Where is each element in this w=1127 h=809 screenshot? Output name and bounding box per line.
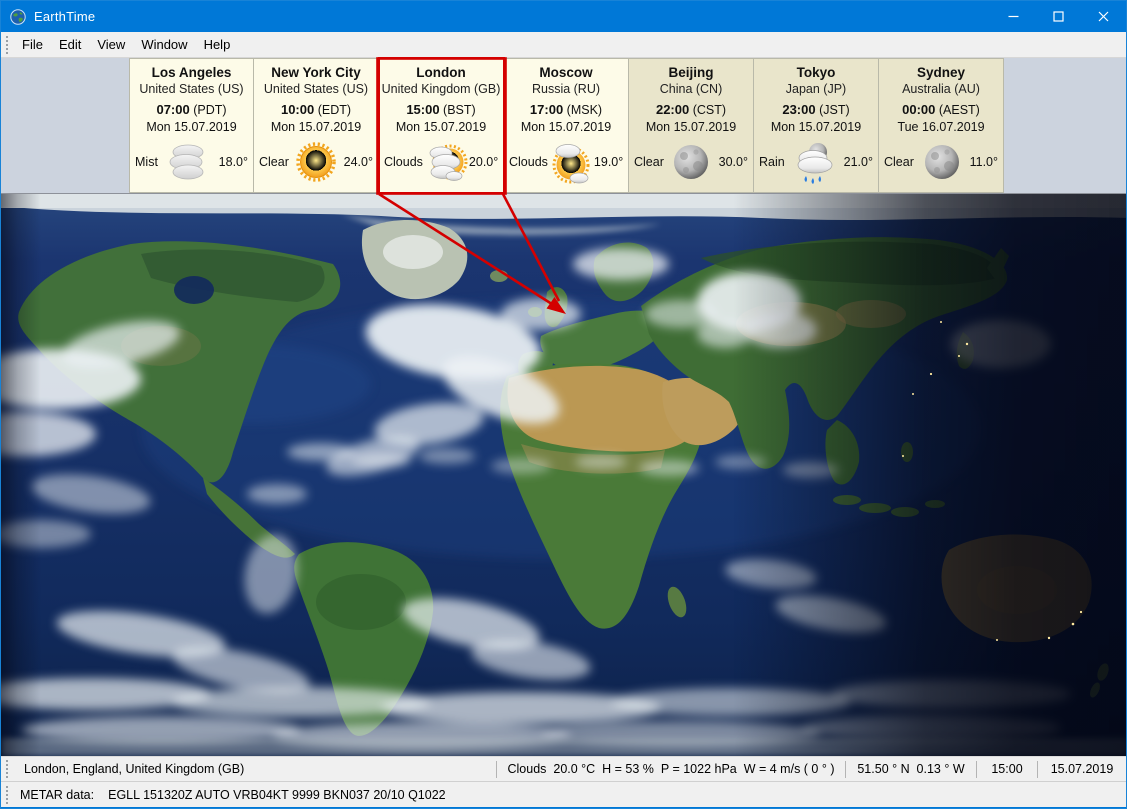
weather-condition: Rain: [759, 155, 785, 169]
metar-bar: METAR data: EGLL 151320Z AUTO VRB04KT 99…: [1, 781, 1126, 807]
city-panel-moscow[interactable]: Moscow Russia (RU) 17:00 (MSK) Mon 15.07…: [504, 58, 629, 193]
city-name: Los Angeles: [130, 64, 253, 81]
weather-temperature: 30.0°: [719, 155, 748, 169]
menu-file[interactable]: File: [14, 34, 51, 55]
city-time: 15:00: [406, 102, 439, 117]
city-panel-sydney[interactable]: Sydney Australia (AU) 00:00 (AEST) Tue 1…: [879, 58, 1004, 193]
weather-condition: Clear: [259, 155, 289, 169]
city-timezone: (AEST): [939, 103, 980, 117]
city-timezone: (MSK): [567, 103, 602, 117]
rain-cloud-moon-icon: [791, 138, 837, 186]
city-country: United States (US): [130, 81, 253, 97]
weather-temperature: 21.0°: [844, 155, 873, 169]
night-shadow-overlay: [1, 194, 1126, 756]
weather-condition: Clouds: [509, 155, 548, 169]
sun-behind-cloud-icon: [548, 138, 594, 186]
city-country: China (CN): [629, 81, 753, 97]
city-date: Mon 15.07.2019: [504, 119, 628, 135]
city-panel-los-angeles[interactable]: Los Angeles United States (US) 07:00 (PD…: [129, 58, 254, 193]
city-time: 22:00: [656, 102, 689, 117]
city-date: Mon 15.07.2019: [754, 119, 878, 135]
sun-icon: [293, 138, 339, 186]
statusbar-grip[interactable]: [5, 760, 9, 778]
city-date: Mon 15.07.2019: [629, 119, 753, 135]
weather-temperature: 20.0°: [469, 155, 498, 169]
window-title: EarthTime: [34, 9, 991, 24]
city-country: Japan (JP): [754, 81, 878, 97]
city-time: 10:00: [281, 102, 314, 117]
city-country: Australia (AU): [879, 81, 1003, 97]
weather-temperature: 11.0°: [970, 155, 998, 169]
city-name: New York City: [254, 64, 378, 81]
menu-bar: File Edit View Window Help: [1, 32, 1126, 58]
weather-condition: Clear: [634, 155, 664, 169]
weather-condition: Clear: [884, 155, 914, 169]
menu-help[interactable]: Help: [196, 34, 239, 55]
status-weather: Clouds 20.0 °C H = 53 % P = 1022 hPa W =…: [497, 762, 845, 776]
fog-icon: [165, 138, 211, 186]
city-name: Tokyo: [754, 64, 878, 81]
weather-temperature: 24.0°: [344, 155, 373, 169]
weather-condition: Mist: [135, 155, 158, 169]
city-timezone: (PDT): [193, 103, 226, 117]
city-panel-beijing[interactable]: Beijing China (CN) 22:00 (CST) Mon 15.07…: [629, 58, 754, 193]
city-panel-london[interactable]: London United Kingdom (GB) 15:00 (BST) M…: [379, 58, 504, 193]
menu-edit[interactable]: Edit: [51, 34, 89, 55]
city-timezone: (JST): [819, 103, 850, 117]
city-name: Beijing: [629, 64, 753, 81]
city-time: 23:00: [782, 102, 815, 117]
city-date: Mon 15.07.2019: [254, 119, 378, 135]
city-country: United Kingdom (GB): [379, 81, 503, 97]
city-name: London: [379, 64, 503, 81]
status-date: 15.07.2019: [1038, 762, 1126, 776]
city-panel-new-york[interactable]: New York City United States (US) 10:00 (…: [254, 58, 379, 193]
sun-behind-clouds-icon: [423, 138, 469, 186]
city-time: 17:00: [530, 102, 563, 117]
city-timezone: (BST): [443, 103, 476, 117]
city-name: Sydney: [879, 64, 1003, 81]
weather-condition: Clouds: [384, 155, 423, 169]
city-country: Russia (RU): [504, 81, 628, 97]
maximize-button[interactable]: [1036, 1, 1081, 32]
city-date: Mon 15.07.2019: [379, 119, 503, 135]
title-bar: EarthTime: [1, 1, 1126, 32]
metar-value: EGLL 151320Z AUTO VRB04KT 9999 BKN037 20…: [94, 788, 446, 802]
menu-view[interactable]: View: [89, 34, 133, 55]
status-location: London, England, United Kingdom (GB): [14, 762, 496, 776]
city-timezone: (CST): [693, 103, 726, 117]
status-bar: London, England, United Kingdom (GB) Clo…: [1, 756, 1126, 781]
world-map[interactable]: [1, 194, 1126, 756]
close-button[interactable]: [1081, 1, 1126, 32]
city-country: United States (US): [254, 81, 378, 97]
city-time: 07:00: [156, 102, 189, 117]
status-coordinates: 51.50 ° N 0.13 ° W: [846, 762, 976, 776]
city-panel-tokyo[interactable]: Tokyo Japan (JP) 23:00 (JST) Mon 15.07.2…: [754, 58, 879, 193]
menu-window[interactable]: Window: [133, 34, 195, 55]
weather-temperature: 18.0°: [219, 155, 248, 169]
earth-globe-icon: [10, 9, 26, 25]
menu-grip[interactable]: [5, 36, 9, 54]
metar-label: METAR data:: [14, 788, 94, 802]
city-name: Moscow: [504, 64, 628, 81]
city-clocks-toolbar: Los Angeles United States (US) 07:00 (PD…: [1, 58, 1126, 194]
moon-icon: [668, 138, 714, 186]
status-time: 15:00: [977, 762, 1037, 776]
metarbar-grip[interactable]: [5, 786, 9, 804]
city-date: Tue 16.07.2019: [879, 119, 1003, 135]
city-date: Mon 15.07.2019: [130, 119, 253, 135]
earthtime-window: EarthTime File Edit View Window Help Los…: [0, 0, 1127, 809]
minimize-button[interactable]: [991, 1, 1036, 32]
moon-icon: [919, 138, 965, 186]
city-timezone: (EDT): [318, 103, 351, 117]
city-time: 00:00: [902, 102, 935, 117]
weather-temperature: 19.0°: [594, 155, 623, 169]
